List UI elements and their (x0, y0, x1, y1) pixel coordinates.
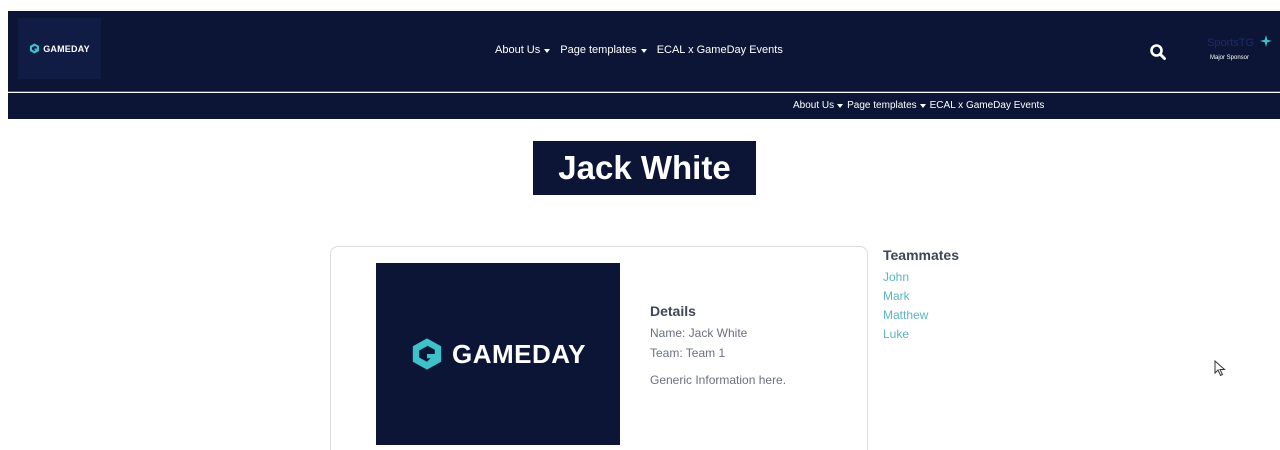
subnav-label: ECAL x GameDay Events (929, 100, 1045, 111)
caret-down-icon (544, 48, 551, 53)
site-logo[interactable]: GAMEDAY (18, 18, 101, 79)
major-sponsor[interactable]: SportsTG Major Sponsor (1198, 35, 1278, 67)
player-team: Team: Team 1 (650, 346, 726, 360)
gameday-g-icon (30, 43, 40, 54)
sparkle-icon (1260, 35, 1272, 47)
player-info: Generic Information here. (650, 373, 787, 387)
site-header: GAMEDAY About Us Page templates ECAL x G… (8, 11, 1280, 92)
teammate-link-john[interactable]: John (883, 268, 1083, 287)
gameday-g-icon (412, 338, 442, 370)
caret-down-icon (837, 104, 844, 108)
page-title-box: Jack White (533, 141, 756, 195)
nav-label: About Us (495, 44, 541, 56)
logo-mark: GAMEDAY (29, 43, 90, 54)
teammate-link-matthew[interactable]: Matthew (883, 306, 1083, 325)
main-nav: About Us Page templates ECAL x GameDay E… (495, 44, 783, 56)
teammate-link-luke[interactable]: Luke (883, 325, 1083, 344)
player-details: Details Name: Jack White Team: Team 1 Ge… (650, 303, 850, 387)
teammates-panel: Teammates John Mark Matthew Luke (883, 247, 1083, 344)
secondary-nav: About Us Page templates ECAL x GameDay E… (793, 100, 1044, 111)
teammate-link-mark[interactable]: Mark (883, 287, 1083, 306)
profile-card: GAMEDAY Details Name: Jack White Team: T… (330, 246, 868, 450)
subnav-label: About Us (793, 100, 835, 111)
subnav-item-ecal-events[interactable]: ECAL x GameDay Events (930, 100, 1045, 111)
teammates-list: John Mark Matthew Luke (883, 268, 1083, 344)
caret-down-icon (919, 104, 926, 108)
teammates-heading: Teammates (883, 247, 960, 263)
search-button[interactable] (1149, 43, 1167, 61)
caret-down-icon (640, 48, 647, 53)
nav-label: ECAL x GameDay Events (656, 44, 783, 56)
secondary-nav-bar: About Us Page templates ECAL x GameDay E… (8, 93, 1280, 119)
nav-item-about-us[interactable]: About Us (495, 44, 551, 56)
profile-image: GAMEDAY (376, 263, 620, 445)
profile-image-logo: GAMEDAY (410, 337, 586, 371)
subnav-item-about-us[interactable]: About Us (793, 100, 844, 111)
mouse-cursor-icon (1214, 360, 1226, 377)
page: GAMEDAY About Us Page templates ECAL x G… (0, 0, 1280, 450)
page-title: Jack White (558, 149, 731, 186)
sponsor-label: Major Sponsor (1210, 55, 1250, 61)
sponsor-logo: SportsTG (1207, 37, 1255, 49)
nav-label: Page templates (560, 44, 637, 56)
player-name: Name: Jack White (650, 326, 748, 340)
profile-image-logo-text: GAMEDAY (451, 338, 586, 369)
logo-text: GAMEDAY (43, 43, 90, 54)
subnav-label: Page templates (847, 100, 917, 111)
search-icon (1150, 44, 1166, 60)
details-heading: Details (650, 303, 696, 319)
subnav-item-page-templates[interactable]: Page templates (847, 100, 926, 111)
nav-item-ecal-events[interactable]: ECAL x GameDay Events (657, 44, 783, 56)
nav-item-page-templates[interactable]: Page templates (560, 44, 647, 56)
